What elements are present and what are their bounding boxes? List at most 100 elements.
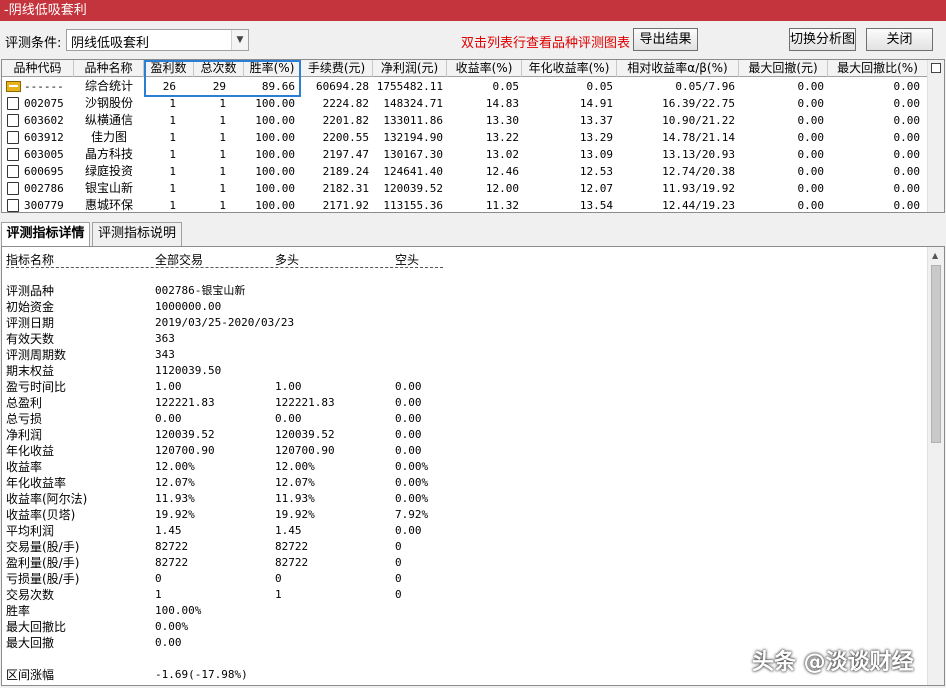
cell-code: 603912 — [24, 131, 64, 144]
scroll-up-icon[interactable]: ▲ — [932, 251, 938, 260]
cell-rel: 12.44/19.23 — [662, 199, 735, 212]
cell-fee: 2189.24 — [322, 165, 369, 178]
table-scrollbar[interactable] — [927, 60, 944, 212]
metric-value: 0.00% — [395, 492, 429, 505]
cell-fee: 2197.47 — [322, 148, 369, 161]
document-icon — [7, 199, 19, 212]
cell-name: 沙钢股份 — [84, 96, 133, 110]
metric-value: 1.45 — [155, 524, 182, 537]
metric-value: 82722 — [275, 556, 309, 569]
metric-name: 盈利量(股/手) — [6, 556, 80, 570]
cell-name: 晶方科技 — [84, 147, 133, 161]
document-icon — [7, 97, 19, 110]
export-button[interactable]: 导出结果 — [633, 28, 698, 51]
metric-value: 0 — [395, 556, 402, 569]
col-header-drawdown-ratio[interactable]: 最大回撤比(%) — [828, 60, 928, 77]
cell-wins: 1 — [169, 97, 176, 110]
table-row[interactable]: 002786 银宝山新 1 1 100.00 2182.31 120039.52 12.00 1… — [2, 180, 928, 197]
document-icon — [7, 148, 19, 161]
condition-select[interactable]: 阴线低吸套利 ▼ — [66, 29, 249, 51]
cell-profit: 113155.36 — [383, 199, 443, 212]
cell-fee: 2200.55 — [322, 131, 369, 144]
metric-value: 82722 — [155, 540, 189, 553]
table-row[interactable]: 603602 纵横通信 1 1 100.00 2201.82 133011.86 13.30 1… — [2, 112, 928, 129]
switch-chart-button[interactable]: 切换分析图 — [789, 28, 856, 51]
cell-fee: 2182.31 — [322, 182, 369, 195]
cell-fee: 2201.82 — [322, 114, 369, 127]
metric-value: 11.93% — [155, 492, 195, 505]
highlight-box — [144, 60, 301, 97]
table-row[interactable]: 300779 惠城环保 1 1 100.00 2171.92 113155.36 11.32 1… — [2, 197, 928, 212]
cell-dd: 0.00 — [797, 97, 825, 110]
cell-annual: 12.07 — [579, 182, 613, 195]
cell-rel: 10.90/21.22 — [662, 114, 735, 127]
metric-name: 期末权益 — [6, 364, 55, 378]
cell-rel: 16.39/22.75 — [662, 97, 735, 110]
table-row[interactable]: 603005 晶方科技 1 1 100.00 2197.47 130167.30 13.02 1… — [2, 146, 928, 163]
summary-row[interactable]: ------ 综合统计 26 29 89.66 60694.28 1755482… — [2, 78, 928, 95]
cell-profit: 1755482.11 — [376, 80, 443, 93]
cell-wins: 1 — [169, 131, 176, 144]
cell-dd: 0.00 — [797, 131, 825, 144]
scrollbar-thumb[interactable] — [931, 265, 941, 443]
col-header-fee[interactable]: 手续费(元) — [301, 60, 373, 77]
metric-name: 评测日期 — [6, 316, 55, 330]
table-row[interactable]: 600695 绿庭投资 1 1 100.00 2189.24 124641.40 12.46 1… — [2, 163, 928, 180]
cell-code: 002075 — [24, 97, 64, 110]
cell-dd: 0.00 — [797, 114, 825, 127]
metric-value: 363 — [155, 332, 175, 345]
tab-detail[interactable]: 评测指标详情 — [1, 222, 90, 247]
metric-name: 收益率(阿尔法) — [6, 492, 88, 506]
cell-ddr: 0.00 — [893, 199, 921, 212]
detail-panel: 指标名称 全部交易 多头 空头 评测品种 002786-银宝山新 初始资金 10000… — [1, 246, 945, 686]
col-header-profit[interactable]: 净利润(元) — [373, 60, 447, 77]
cell-ddr: 0.00 — [893, 165, 921, 178]
cell-total: 1 — [219, 165, 226, 178]
checkbox-icon[interactable] — [931, 63, 941, 73]
metric-value: 122221.83 — [155, 396, 215, 409]
cell-ddr: 0.00 — [893, 182, 921, 195]
cell-relative: 0.05/7.96 — [675, 80, 735, 93]
cell-ret: 13.02 — [485, 148, 519, 161]
metric-value: 11.93% — [275, 492, 315, 505]
cell-winrate: 100.00 — [255, 148, 295, 161]
close-button[interactable]: 关闭 — [866, 28, 933, 51]
metric-value: 0.00 — [155, 412, 182, 425]
col-header-code[interactable]: 品种代码 — [2, 60, 74, 77]
tab-explanation[interactable]: 评测指标说明 — [92, 222, 182, 246]
chevron-down-icon[interactable]: ▼ — [231, 30, 248, 50]
cell-winrate: 100.00 — [255, 182, 295, 195]
document-icon — [7, 165, 19, 178]
table-row[interactable]: 002075 沙钢股份 1 1 100.00 2224.82 148324.71 14.83 1… — [2, 95, 928, 112]
col-header-annual[interactable]: 年化收益率(%) — [522, 60, 617, 77]
col-header-name[interactable]: 品种名称 — [74, 60, 144, 77]
toolbar: 评测条件: 阴线低吸套利 ▼ 双击列表行查看品种评测图表 导出结果 切换分析图 … — [0, 21, 946, 59]
cell-ddr: 0.00 — [893, 114, 921, 127]
metric-name: 年化收益 — [6, 444, 55, 458]
cell-dd: 0.00 — [797, 199, 825, 212]
metric-value: -1.69(-17.98%) — [155, 668, 248, 681]
cell-ret: 14.83 — [485, 97, 519, 110]
metric-name: 交易次数 — [6, 588, 55, 602]
col-header-relative[interactable]: 相对收益率α/β(%) — [617, 60, 739, 77]
condition-label: 评测条件: — [5, 36, 62, 51]
metric-value: 0.00 — [395, 412, 422, 425]
col-header-return[interactable]: 收益率(%) — [447, 60, 522, 77]
cell-ret: 13.30 — [485, 114, 519, 127]
cell-name: 惠城环保 — [84, 198, 133, 212]
metric-value: 1.00 — [155, 380, 182, 393]
document-icon — [7, 114, 19, 127]
metric-name: 净利润 — [6, 428, 43, 442]
cell-annual: 12.53 — [579, 165, 613, 178]
cell-profit: 148324.71 — [383, 97, 443, 110]
cell-drawdown: 0.00 — [797, 80, 825, 93]
metric-value: 1120039.50 — [155, 364, 222, 377]
table-row[interactable]: 603912 佳力图 1 1 100.00 2200.55 132194.90 13.22 13… — [2, 129, 928, 146]
metric-name: 交易量(股/手) — [6, 540, 80, 554]
detail-header-long: 多头 — [275, 253, 300, 267]
col-header-drawdown[interactable]: 最大回撤(元) — [739, 60, 828, 77]
window-title: -阴线低吸套利 — [4, 3, 87, 18]
metric-value: 343 — [155, 348, 175, 361]
cell-profit: 120039.52 — [383, 182, 443, 195]
detail-scrollbar[interactable]: ▲ — [927, 247, 944, 685]
